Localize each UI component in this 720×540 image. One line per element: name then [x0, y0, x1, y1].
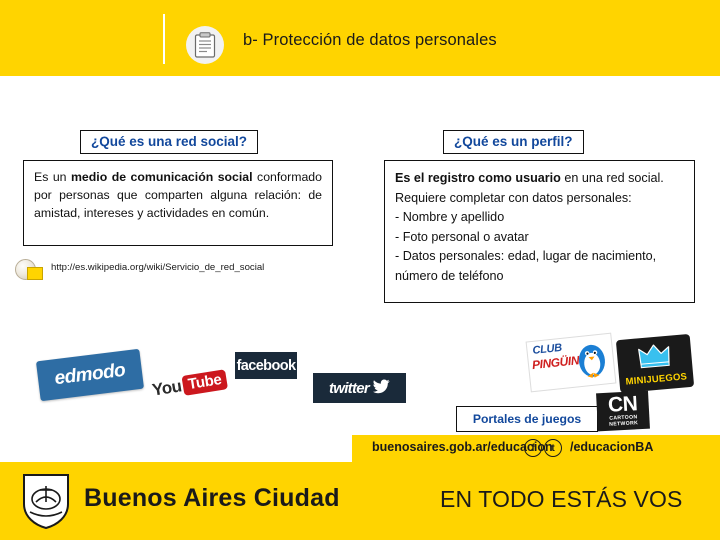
answer-perfil-rest: en una red social.: [560, 171, 664, 185]
twitter-icon[interactable]: t: [544, 439, 562, 457]
logo-facebook-label: facebook: [236, 357, 296, 374]
source-link-row[interactable]: http://es.wikipedia.org/wiki/Servicio_de…: [10, 258, 340, 284]
facebook-icon[interactable]: f: [524, 439, 542, 457]
answer-perfil-bullet-1: - Foto personal o avatar: [395, 229, 529, 244]
gov-handle[interactable]: /educacionBA: [570, 440, 653, 454]
answer-perfil-line1: Es el registro como usuario en una red s…: [395, 169, 684, 189]
answer-perfil-bullet-0: - Nombre y apellido: [395, 210, 505, 224]
url-band-white-block: [0, 435, 352, 462]
globe-page-icon: [15, 258, 47, 282]
buenos-aires-shield-icon: [20, 472, 72, 530]
footer-brand: Buenos Aires Ciudad: [84, 484, 340, 512]
logo-twitter-label: twitter: [328, 379, 370, 397]
logo-youtube-tube: Tube: [181, 369, 228, 396]
logo-club-penguin[interactable]: CLUB PINGÜINO: [525, 332, 617, 393]
logo-twitter[interactable]: twitter: [313, 373, 406, 403]
answer-perfil-lead: Es el registro como usuario: [395, 171, 561, 185]
clipboard-icon: [186, 26, 224, 64]
logo-youtube-you: You: [150, 376, 183, 400]
logo-minijuegos-label: MINIJUEGOS: [625, 371, 688, 388]
social-icon-group: f t: [524, 439, 562, 457]
question-red-social-title: ¿Qué es una red social?: [80, 130, 259, 154]
crown-icon: [636, 341, 672, 370]
header-band: b- Protección de datos personales: [0, 0, 720, 76]
answer-red-social-box: Es un medio de comunicación social confo…: [23, 160, 333, 246]
answer-perfil-line2: Requiere completar con datos personales:: [395, 190, 632, 205]
penguin-icon: [573, 338, 611, 381]
bird-icon: [373, 379, 390, 398]
url-band: buenosaires.gob.ar/educacion f t /educac…: [0, 435, 720, 462]
header-divider: [163, 14, 165, 64]
label-portales-de-juegos: Portales de juegos: [456, 406, 598, 432]
answer-red-social-text: Es un medio de comunicación social confo…: [34, 170, 322, 220]
logo-cartoon-network[interactable]: CN CARTOON NETWORK: [596, 390, 650, 432]
logo-youtube[interactable]: You Tube: [150, 369, 228, 402]
logo-edmodo-label: edmodo: [53, 359, 127, 390]
logo-minijuegos[interactable]: MINIJUEGOS: [615, 333, 695, 394]
logo-cartoon-network-label: CARTOON NETWORK: [609, 414, 639, 428]
logo-facebook[interactable]: facebook: [235, 352, 297, 379]
slide: b- Protección de datos personales ¿Qué e…: [0, 0, 720, 540]
label-portales-text: Portales de juegos: [472, 412, 582, 426]
page-title: b- Protección de datos personales: [243, 31, 497, 49]
question-perfil-title: ¿Qué es un perfil?: [443, 130, 584, 154]
source-url[interactable]: http://es.wikipedia.org/wiki/Servicio_de…: [51, 262, 264, 273]
logo-edmodo[interactable]: edmodo: [35, 348, 145, 402]
answer-perfil-bullet-2: - Datos personales: edad, lugar de nacim…: [395, 249, 657, 283]
footer-band: Buenos Aires Ciudad EN TODO ESTÁS VOS: [0, 462, 720, 540]
answer-perfil-box: Es el registro como usuario en una red s…: [384, 160, 695, 303]
footer-slogan: EN TODO ESTÁS VOS: [440, 486, 683, 512]
